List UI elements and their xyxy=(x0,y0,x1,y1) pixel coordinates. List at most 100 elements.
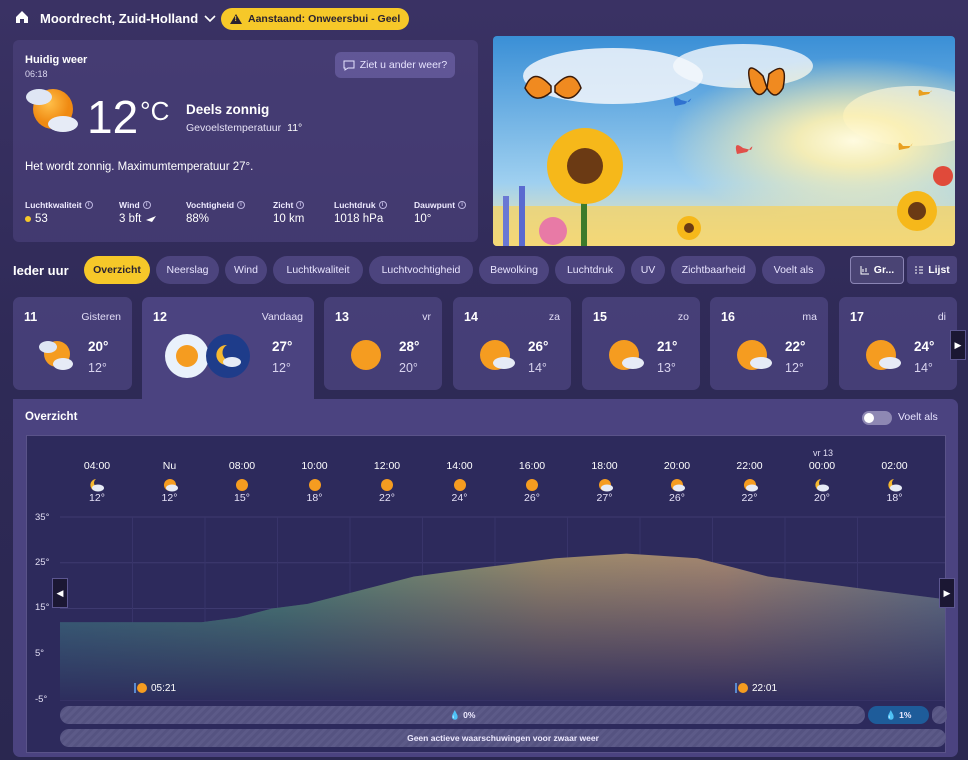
tab-precipitation[interactable]: Neerslag xyxy=(156,256,219,284)
partly-cloudy-night-icon xyxy=(815,479,829,492)
hourly-title: Ieder uur xyxy=(13,263,69,278)
hour-column[interactable]: 08:00 15° xyxy=(220,460,264,504)
raindrop-icon: 💧 xyxy=(885,709,897,720)
day-name: za xyxy=(548,311,560,323)
raindrop-icon: 💧 xyxy=(449,709,461,720)
sunny-scene-illustration xyxy=(493,36,955,246)
day-low: 13° xyxy=(657,361,676,375)
tab-visibility[interactable]: Zichtbaarheid xyxy=(671,256,756,284)
stat-label-text: Zicht xyxy=(273,200,294,210)
day-card[interactable]: 14 za 26° 14° xyxy=(453,297,571,390)
warnings-bar[interactable]: Geen actieve waarschuwingen voor zwaar w… xyxy=(60,729,946,747)
y-tick: 5° xyxy=(35,648,45,659)
tab-pressure[interactable]: Luchtdruk xyxy=(555,256,625,284)
day-high: 21° xyxy=(657,339,678,354)
moon-cloud-icon xyxy=(206,334,250,378)
stat-pressure[interactable]: Luchtdruk i 1018 hPa xyxy=(334,200,387,225)
feels-like: Gevoelstemperatuur 11° xyxy=(186,122,302,134)
stat-air-quality[interactable]: Luchtkwaliteit i 53 xyxy=(25,200,93,225)
stat-value-row: 10 km xyxy=(273,213,304,225)
tab-uv[interactable]: UV xyxy=(631,256,665,284)
info-icon: i xyxy=(458,201,467,209)
day-high: 22° xyxy=(785,339,806,354)
day-name: zo xyxy=(677,311,689,323)
hour-column[interactable]: 22:00 22° xyxy=(728,460,772,504)
day-card[interactable]: 16 ma 22° 12° xyxy=(710,297,828,390)
precipitation-bar[interactable]: 💧 0% xyxy=(60,706,865,724)
tab-air-quality[interactable]: Luchtkwaliteit xyxy=(273,256,363,284)
current-title: Huidig weer xyxy=(25,54,88,66)
hour-temp: 18° xyxy=(306,492,323,504)
hour-column[interactable]: 16:00 26° xyxy=(510,460,554,504)
graph-view-button[interactable]: Gr... xyxy=(850,256,904,284)
tab-cloud-cover[interactable]: Bewolking xyxy=(479,256,549,284)
hour-temp: 22° xyxy=(741,492,758,504)
location-selector[interactable]: Moordrecht, Zuid-Holland xyxy=(40,11,216,26)
day-card[interactable]: 11 Gisteren 20° 12° xyxy=(13,297,132,390)
chart-next-button[interactable]: ▶ xyxy=(939,578,955,608)
stat-dewpoint[interactable]: Dauwpunt i 10° xyxy=(414,200,467,225)
tab-feels-like[interactable]: Voelt als xyxy=(762,256,825,284)
day-card[interactable]: 13 vr 28° 20° xyxy=(324,297,442,390)
partly-cloudy-icon xyxy=(866,340,901,370)
hour-column[interactable]: 18:00 27° xyxy=(583,460,627,504)
stat-visibility[interactable]: Zicht i 10 km xyxy=(273,200,304,225)
sunrise-icon xyxy=(134,683,147,693)
chevron-down-icon xyxy=(204,14,216,22)
warning-text: Geen actieve waarschuwingen voor zwaar w… xyxy=(407,733,599,743)
sunset-icon xyxy=(735,683,748,693)
feels-like-toggle[interactable] xyxy=(862,411,892,425)
day-card[interactable]: 15 zo 21° 13° xyxy=(582,297,700,390)
hour-column[interactable]: 00:00 20° xyxy=(800,460,844,504)
partly-cloudy-icon xyxy=(743,479,758,492)
precipitation-value: 0% xyxy=(463,710,476,720)
stat-label-text: Luchtdruk xyxy=(334,200,376,210)
day-name: Gisteren xyxy=(81,311,121,323)
tab-overview[interactable]: Overzicht xyxy=(84,256,150,284)
hour-temp: 24° xyxy=(451,492,468,504)
stat-label: Luchtkwaliteit i xyxy=(25,200,93,210)
sun-icon xyxy=(351,340,381,370)
stat-label: Vochtigheid i xyxy=(186,200,246,210)
day-card[interactable]: 17 di 24° 14° xyxy=(839,297,957,390)
hour-column[interactable]: 12:00 22° xyxy=(365,460,409,504)
home-icon[interactable] xyxy=(14,9,30,25)
chart-prev-button[interactable]: ◀ xyxy=(52,578,68,608)
current-temperature: 12 °C xyxy=(87,90,169,144)
hour-temp: 12° xyxy=(89,492,105,504)
next-days-button[interactable]: ▶ xyxy=(950,330,966,360)
stat-humidity[interactable]: Vochtigheid i 88% xyxy=(186,200,246,225)
day-name: Vandaag xyxy=(261,311,303,323)
list-view-button[interactable]: Lijst xyxy=(907,256,957,284)
stat-wind[interactable]: Wind i 3 bft xyxy=(119,200,157,225)
hour-time: 14:00 xyxy=(446,460,473,472)
stat-value: 53 xyxy=(35,213,48,225)
partly-cloudy-icon xyxy=(671,479,685,492)
tab-humidity[interactable]: Luchtvochtigheid xyxy=(369,256,473,284)
hour-column[interactable]: 04:00 12° xyxy=(75,460,119,504)
stat-value: 10 km xyxy=(273,213,305,225)
day-low: 14° xyxy=(528,361,547,375)
hour-column[interactable]: 02:00 18° xyxy=(873,460,917,504)
day-high: 26° xyxy=(528,339,549,354)
hour-column[interactable]: 14:00 24° xyxy=(438,460,482,504)
sunrise-marker: 05:21 xyxy=(133,682,176,694)
hour-time: 00:00 xyxy=(808,460,836,472)
hour-column[interactable]: 10:00 18° xyxy=(293,460,337,504)
day-number: 16 xyxy=(721,310,735,324)
feedback-button[interactable]: Ziet u ander weer? xyxy=(335,52,455,78)
location-name: Moordrecht, Zuid-Holland xyxy=(40,11,199,26)
tab-wind[interactable]: Wind xyxy=(225,256,267,284)
wind-direction-icon xyxy=(146,216,157,222)
feels-like-label: Gevoelstemperatuur xyxy=(186,122,282,134)
day-high: 24° xyxy=(914,339,935,354)
partly-cloudy-icon xyxy=(598,479,613,492)
y-tick: 25° xyxy=(35,557,50,568)
hour-column[interactable]: Nu 12° xyxy=(148,460,192,504)
list-icon xyxy=(915,266,924,274)
day-card-today[interactable]: 12 Vandaag 27° 12° xyxy=(142,297,314,399)
precipitation-bar-high[interactable]: 💧 1% xyxy=(868,706,929,724)
hour-column[interactable]: 20:00 26° xyxy=(655,460,699,504)
weather-alert-badge[interactable]: ! Aanstaand: Onweersbui - Geel xyxy=(221,8,410,30)
day-number: 15 xyxy=(593,310,607,324)
